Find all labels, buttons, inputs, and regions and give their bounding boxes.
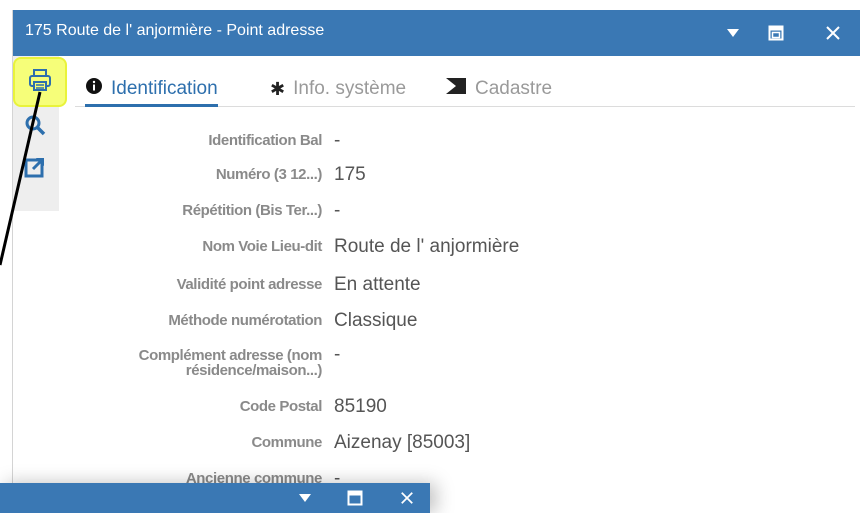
field-label: Validité point adresse: [176, 276, 323, 293]
tab-cadastre[interactable]: Cadastre: [445, 72, 552, 106]
second-panel-titlebar[interactable]: [0, 483, 430, 513]
tab-info-systeme[interactable]: ✱ Info. système: [270, 72, 406, 106]
field-value: 175: [334, 164, 366, 185]
cadastre-icon: [445, 77, 467, 101]
window-restore-icon[interactable]: [340, 483, 370, 513]
field-numero: Numéro (3 12...) 175: [62, 164, 842, 194]
close-icon[interactable]: [818, 18, 848, 48]
external-link-icon: [24, 156, 46, 183]
window-restore-icon[interactable]: [761, 18, 791, 48]
tab-identification[interactable]: Identification: [85, 72, 218, 107]
field-label: Nom Voie Lieu-dit: [202, 238, 322, 255]
window-titlebar[interactable]: 175 Route de l' anjormière - Point adres…: [13, 10, 860, 56]
info-icon: [85, 77, 103, 101]
field-value: 85190: [334, 396, 387, 417]
print-icon: [28, 68, 52, 97]
field-label: Numéro (3 12...): [215, 166, 323, 183]
open-external-button[interactable]: [18, 152, 52, 186]
chevron-down-icon[interactable]: [290, 483, 320, 513]
field-label: Méthode numérotation: [168, 312, 322, 329]
gear-icon: ✱: [270, 78, 286, 99]
field-value: -: [334, 344, 341, 365]
field-nom-voie: Nom Voie Lieu-dit Route de l' anjormière: [62, 236, 842, 266]
field-code-postal: Code Postal 85190: [62, 396, 842, 426]
search-button[interactable]: [18, 110, 52, 144]
tab-label: Identification: [111, 78, 218, 99]
tab-label: Info. système: [293, 78, 407, 99]
field-value: En attente: [334, 274, 421, 295]
chevron-down-icon[interactable]: [718, 18, 748, 48]
print-button[interactable]: [13, 57, 67, 107]
field-value: Aizenay [85003]: [334, 432, 471, 453]
search-icon: [24, 114, 46, 141]
field-value: -: [334, 130, 341, 151]
field-methode: Méthode numérotation Classique: [62, 310, 842, 340]
field-validite: Validité point adresse En attente: [62, 274, 842, 304]
field-identification-bal: Identification Bal -: [62, 130, 842, 160]
field-label: Identification Bal: [208, 132, 322, 149]
field-label: Répétition (Bis Ter...): [182, 202, 322, 219]
tab-label: Cadastre: [475, 78, 553, 99]
field-label: Complément adresse (nom résidence/maison…: [138, 347, 323, 379]
field-value: Classique: [334, 310, 418, 331]
tab-bar: Identification ✱ Info. système Cadastre: [75, 72, 855, 107]
field-value: -: [334, 200, 341, 221]
field-label: Code Postal: [239, 398, 323, 415]
field-value: Route de l' anjormière: [334, 236, 520, 257]
field-complement-adresse: Complément adresse (nom résidence/maison…: [62, 344, 842, 380]
field-commune: Commune Aizenay [85003]: [62, 432, 842, 462]
field-label: Commune: [251, 434, 322, 451]
field-repetition: Répétition (Bis Ter...) -: [62, 200, 842, 230]
window-title: 175 Route de l' anjormière - Point adres…: [25, 22, 325, 39]
close-icon[interactable]: [392, 483, 422, 513]
toolstrip: [13, 56, 67, 211]
